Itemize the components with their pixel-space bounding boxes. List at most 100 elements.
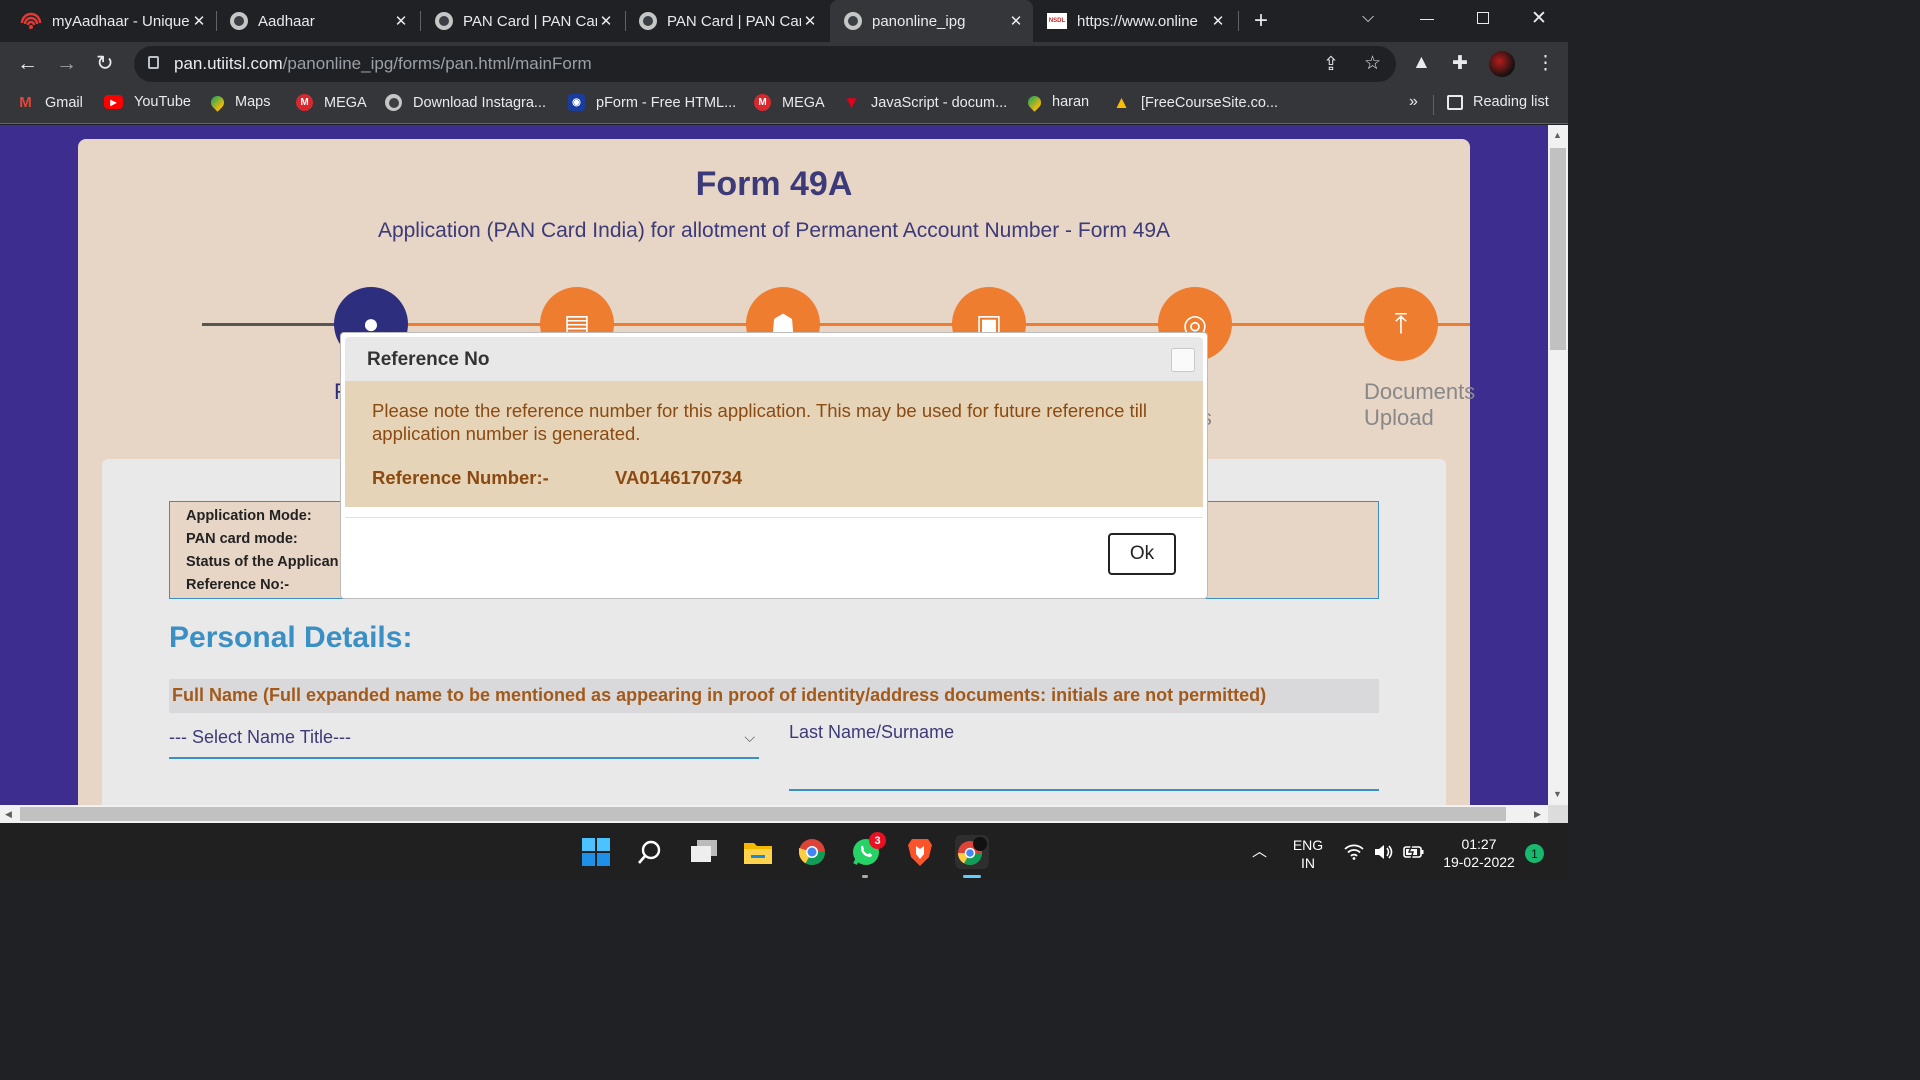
close-window-button[interactable]: ✕ bbox=[1531, 7, 1547, 30]
extensions-puzzle-icon[interactable]: ✚ bbox=[1452, 52, 1468, 75]
tab-title: PAN Card | PAN Card bbox=[463, 12, 597, 30]
page-subtitle: Application (PAN Card India) for allotme… bbox=[377, 219, 1171, 242]
scroll-right-arrow[interactable]: ▶ bbox=[1534, 809, 1541, 820]
tab-title: PAN Card | PAN Card bbox=[667, 12, 801, 30]
close-tab-icon[interactable]: ✕ bbox=[392, 12, 410, 30]
restore-button[interactable] bbox=[1477, 12, 1489, 24]
address-bar[interactable]: pan.utiitsl.com/panonline_ipg/forms/pan.… bbox=[134, 46, 1396, 82]
battery-icon[interactable] bbox=[1403, 844, 1425, 860]
tab-myaadhaar[interactable]: myAadhaar - Unique ✕ bbox=[20, 0, 208, 42]
surname-label: Last Name/Surname bbox=[789, 722, 955, 742]
back-button[interactable]: ← bbox=[17, 53, 38, 75]
tab-pan-card-1[interactable]: PAN Card | PAN Card ✕ bbox=[435, 0, 615, 42]
bookmark-label: Gmail bbox=[45, 94, 83, 111]
extension-mountain-icon[interactable]: ▲ bbox=[1412, 52, 1431, 74]
close-tab-icon[interactable]: ✕ bbox=[190, 12, 208, 30]
ok-button[interactable]: Ok bbox=[1108, 533, 1176, 575]
reload-button[interactable]: ↻ bbox=[96, 53, 114, 75]
region-code: IN bbox=[1301, 855, 1315, 871]
bookmark-star-icon[interactable]: ☆ bbox=[1364, 52, 1381, 75]
chrome-button[interactable] bbox=[795, 835, 829, 869]
horizontal-scroll-thumb[interactable] bbox=[20, 807, 1506, 821]
new-tab-button[interactable]: + bbox=[1254, 7, 1268, 35]
step-documents-upload[interactable]: ⤒ bbox=[1364, 287, 1438, 361]
surname-input[interactable] bbox=[789, 789, 1379, 791]
bookmark-javascript[interactable]: ▼ JavaScript - docum... bbox=[843, 92, 1008, 112]
aadhaar-icon bbox=[20, 12, 42, 29]
menu-kebab-icon[interactable]: ⋮ bbox=[1536, 52, 1555, 75]
tab-title: https://www.online bbox=[1077, 12, 1198, 30]
search-button[interactable] bbox=[633, 835, 667, 869]
bookmark-mega[interactable]: M MEGA bbox=[296, 94, 367, 111]
tab-search-icon[interactable]: ⌵ bbox=[1362, 9, 1374, 27]
bookmark-label: JavaScript - docum... bbox=[871, 94, 1008, 111]
close-tab-icon[interactable]: ✕ bbox=[1209, 12, 1227, 30]
step-label-line: Upload bbox=[1364, 405, 1434, 430]
upload-icon: ⤒ bbox=[1394, 307, 1408, 339]
close-tab-icon[interactable]: ✕ bbox=[1007, 12, 1025, 30]
volume-icon[interactable] bbox=[1373, 843, 1393, 861]
file-explorer-button[interactable] bbox=[741, 835, 775, 869]
url-text[interactable]: pan.utiitsl.com/panonline_ipg/forms/pan.… bbox=[174, 54, 592, 74]
bookmark-freecoursesite[interactable]: ▲ [FreeCourseSite.co... bbox=[1113, 92, 1278, 112]
chrome-profile-button[interactable] bbox=[955, 835, 989, 869]
bookmark-haran[interactable]: haran bbox=[1025, 92, 1089, 112]
maps-icon bbox=[1025, 92, 1044, 112]
bookmark-label: pForm - Free HTML... bbox=[596, 94, 737, 111]
dialog-close-button[interactable] bbox=[1171, 348, 1195, 372]
clock[interactable]: 01:27 19-02-2022 bbox=[1434, 835, 1524, 871]
tab-title: myAadhaar - Unique bbox=[52, 12, 190, 30]
task-view-button[interactable] bbox=[687, 835, 721, 869]
minimize-button[interactable] bbox=[1420, 19, 1434, 20]
applicant-status-label: Status of the Applican bbox=[186, 554, 339, 570]
tab-online-nsdl[interactable]: NSDL https://www.online ✕ bbox=[1047, 0, 1227, 42]
javascript-icon: ▼ bbox=[843, 92, 860, 112]
bookmark-pform[interactable]: ◉ pForm - Free HTML... bbox=[568, 94, 736, 111]
tab-pan-card-2[interactable]: PAN Card | PAN Card ✕ bbox=[639, 0, 819, 42]
tab-panonline-ipg[interactable]: panonline_ipg ✕ bbox=[830, 0, 1033, 42]
brave-button[interactable] bbox=[903, 835, 937, 869]
pform-icon: ◉ bbox=[568, 94, 585, 111]
globe-icon bbox=[844, 12, 862, 30]
url-host: pan.utiitsl.com bbox=[174, 54, 283, 73]
drive-icon: ▲ bbox=[1113, 92, 1130, 112]
notification-badge[interactable]: 1 bbox=[1525, 844, 1544, 863]
bookmark-gmail[interactable]: M Gmail bbox=[17, 94, 83, 111]
scroll-left-arrow[interactable]: ◀ bbox=[5, 809, 12, 820]
brave-icon bbox=[908, 839, 932, 866]
bookmark-download-instagram[interactable]: Download Instagra... bbox=[385, 94, 546, 111]
close-tab-icon[interactable]: ✕ bbox=[597, 12, 615, 30]
scroll-up-arrow[interactable]: ▲ bbox=[1553, 130, 1562, 140]
show-hidden-icons-button[interactable]: ︿ bbox=[1252, 843, 1267, 861]
youtube-icon: ▶ bbox=[104, 95, 123, 109]
lock-icon bbox=[148, 56, 159, 69]
vertical-scroll-thumb[interactable] bbox=[1550, 148, 1566, 350]
bookmark-label: Maps bbox=[235, 94, 271, 110]
forward-button[interactable]: → bbox=[56, 53, 77, 75]
whatsapp-badge: 3 bbox=[869, 832, 886, 849]
step-progress-line bbox=[372, 323, 1470, 326]
reading-list-button[interactable]: Reading list bbox=[1447, 94, 1549, 110]
bookmark-mega-2[interactable]: M MEGA bbox=[754, 94, 825, 111]
bookmark-maps[interactable]: Maps bbox=[208, 92, 271, 112]
bookmarks-overflow-button[interactable]: » bbox=[1409, 93, 1418, 111]
mega-icon: M bbox=[754, 94, 771, 111]
application-mode-label: Application Mode: bbox=[186, 508, 312, 524]
close-tab-icon[interactable]: ✕ bbox=[801, 12, 819, 30]
name-title-select[interactable]: --- Select Name Title--- ⌵ bbox=[169, 723, 759, 759]
language-code: ENG bbox=[1292, 837, 1324, 853]
bookmark-youtube[interactable]: ▶ YouTube bbox=[104, 94, 191, 110]
whatsapp-button[interactable]: 3 bbox=[849, 832, 886, 869]
scroll-down-arrow[interactable]: ▼ bbox=[1553, 789, 1562, 799]
wifi-icon[interactable] bbox=[1344, 844, 1364, 860]
share-icon[interactable]: ⇪ bbox=[1323, 53, 1339, 76]
bookmark-label: YouTube bbox=[134, 94, 191, 110]
tab-aadhaar[interactable]: Aadhaar ✕ bbox=[230, 0, 410, 42]
reference-no-label: Reference No:- bbox=[186, 577, 290, 593]
reference-number-value: VA0146170734 bbox=[615, 467, 743, 488]
profile-avatar[interactable] bbox=[1489, 51, 1515, 77]
globe-icon bbox=[435, 12, 453, 30]
start-button[interactable] bbox=[579, 835, 613, 869]
scrollbar-corner bbox=[1548, 805, 1568, 823]
input-language-indicator[interactable]: ENG IN bbox=[1288, 836, 1328, 872]
